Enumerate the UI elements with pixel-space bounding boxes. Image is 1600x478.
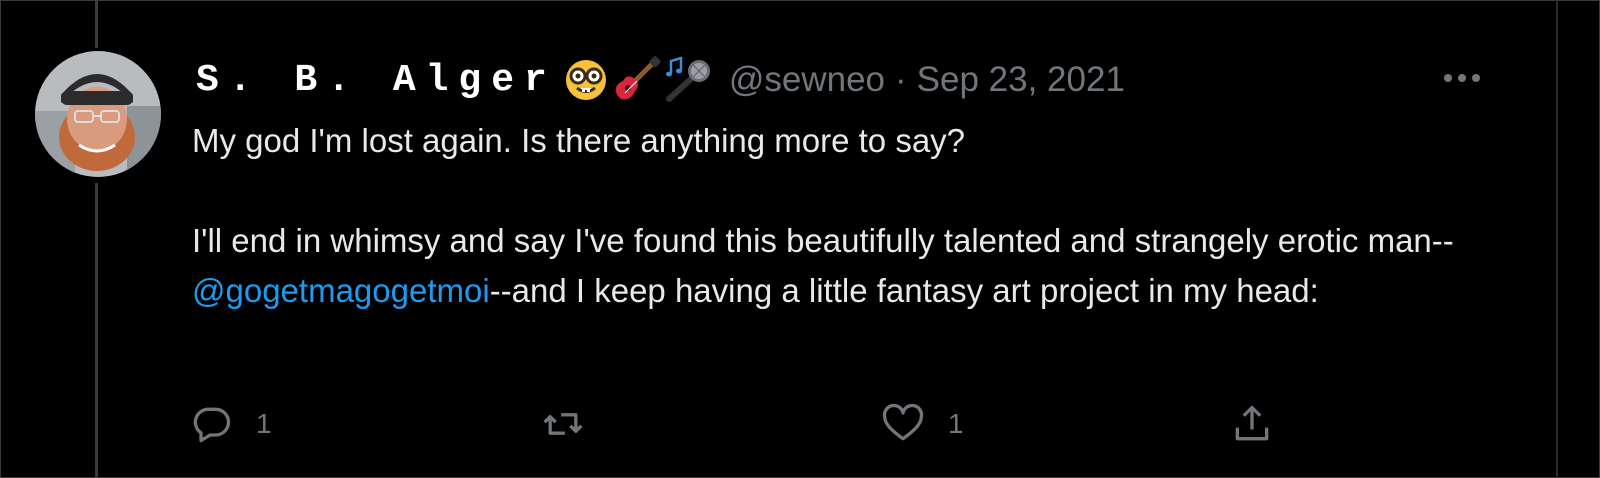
tweet-paragraph-2: I'll end in whimsy and say I've found th… — [192, 216, 1502, 316]
microphone-icon — [665, 56, 710, 102]
retweet-button[interactable] — [540, 402, 608, 446]
tweet-header: S. B. Alger @sewneo · Sep 23, 2021 — [196, 56, 1125, 104]
author-handle[interactable]: @sewneo — [729, 60, 885, 100]
tweet-text: My god I'm lost again. Is there anything… — [192, 116, 1502, 316]
author-emojis — [563, 55, 717, 105]
mention-link[interactable]: @gogetmagogetmoi — [192, 272, 490, 309]
avatar-image — [35, 51, 161, 177]
column-divider — [1556, 0, 1558, 478]
like-button[interactable]: 1 — [880, 402, 964, 446]
thread-line-bottom — [95, 183, 98, 478]
tweet-text-segment: --and I keep having a little fantasy art… — [489, 272, 1319, 309]
header-separator: · — [895, 60, 907, 99]
reply-count: 1 — [256, 408, 272, 439]
heart-icon — [882, 403, 924, 441]
avatar[interactable] — [35, 51, 161, 177]
tweet-date[interactable]: Sep 23, 2021 — [917, 60, 1125, 100]
thread-line-top — [95, 0, 98, 48]
nerd-face-icon — [565, 60, 606, 100]
retweet-icon — [543, 413, 583, 435]
reply-button[interactable]: 1 — [190, 402, 272, 446]
guitar-icon — [615, 56, 661, 100]
more-options-button[interactable] — [1440, 64, 1484, 92]
like-count: 1 — [948, 408, 964, 439]
author-display-name[interactable]: S. B. Alger — [196, 59, 557, 102]
share-button[interactable] — [1230, 402, 1274, 446]
more-icon — [1444, 74, 1480, 82]
share-icon — [1235, 405, 1269, 441]
tweet-text-segment: I'll end in whimsy and say I've found th… — [192, 222, 1454, 259]
tweet-paragraph-1: My god I'm lost again. Is there anything… — [192, 122, 966, 159]
reply-icon — [193, 407, 231, 443]
